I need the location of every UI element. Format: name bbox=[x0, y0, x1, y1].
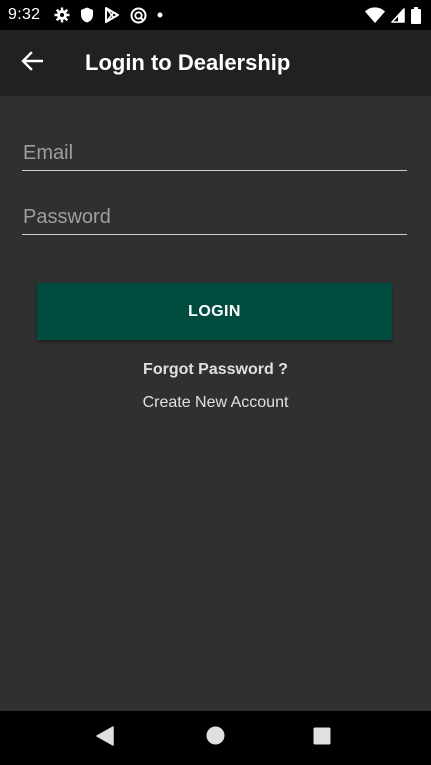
dot-icon bbox=[157, 12, 163, 18]
wifi-icon bbox=[365, 7, 385, 23]
play-store-icon bbox=[104, 7, 120, 23]
status-bar: 9:32 bbox=[0, 0, 431, 30]
arrow-left-icon bbox=[21, 50, 44, 76]
nav-back-icon bbox=[96, 725, 114, 751]
login-screen: 9:32 Login to Dealership Email LOGIN For… bbox=[0, 0, 431, 765]
back-button[interactable] bbox=[0, 30, 64, 96]
email-field[interactable] bbox=[22, 127, 407, 170]
status-time: 9:32 bbox=[8, 6, 41, 23]
password-field[interactable] bbox=[22, 191, 407, 234]
forgot-password-link[interactable]: Forgot Password ? bbox=[0, 361, 431, 379]
status-right-icons bbox=[365, 6, 421, 24]
page-title: Login to Dealership bbox=[85, 50, 291, 75]
nav-home-button[interactable] bbox=[188, 711, 242, 765]
signal-icon bbox=[391, 7, 405, 23]
sync-icon bbox=[130, 7, 147, 24]
status-left-icons bbox=[54, 7, 163, 24]
login-button[interactable]: LOGIN bbox=[37, 283, 392, 340]
gear-icon bbox=[54, 7, 70, 23]
email-field-container bbox=[22, 127, 407, 171]
navigation-bar bbox=[0, 711, 431, 765]
nav-recents-icon bbox=[313, 727, 331, 750]
password-field-container bbox=[22, 191, 407, 235]
create-account-link[interactable]: Create New Account bbox=[0, 394, 431, 412]
nav-recents-button[interactable] bbox=[295, 711, 349, 765]
nav-back-button[interactable] bbox=[78, 711, 132, 765]
shield-icon bbox=[80, 7, 94, 23]
battery-icon bbox=[411, 6, 421, 24]
app-bar: Login to Dealership bbox=[0, 30, 431, 96]
nav-home-icon bbox=[206, 726, 225, 750]
